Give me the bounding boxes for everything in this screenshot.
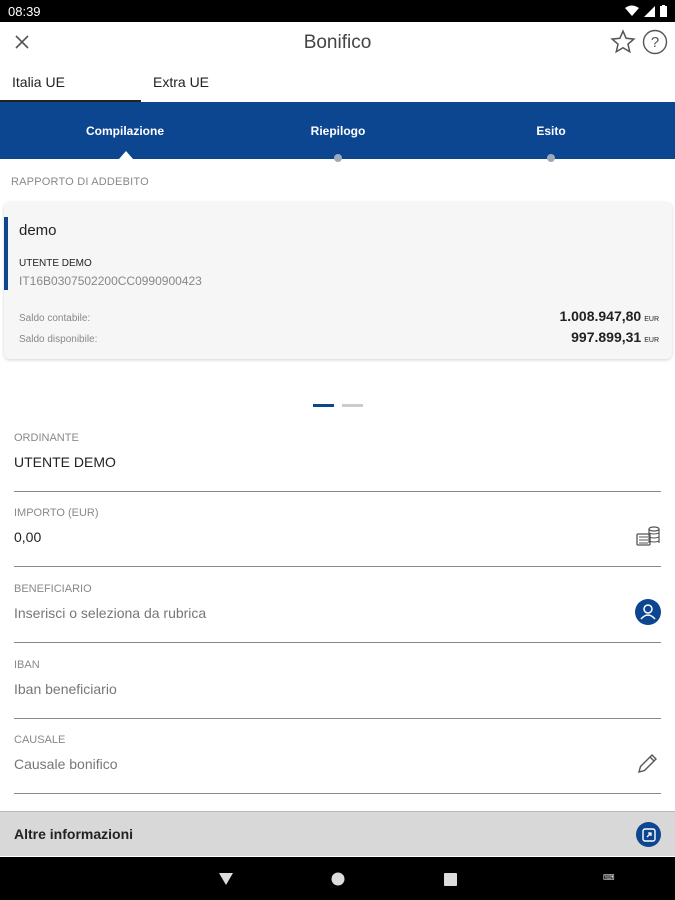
pager-dot[interactable] xyxy=(342,404,363,407)
battery-icon xyxy=(660,5,667,17)
star-icon xyxy=(610,29,636,54)
step-dot xyxy=(547,154,555,162)
saldo-disponibile-value: 997.899,31 xyxy=(571,329,642,345)
saldo-contabile: 1.008.947,80 EUR xyxy=(559,308,659,326)
card-pager xyxy=(313,404,363,407)
field-label: CAUSALE xyxy=(14,734,66,746)
beneficiario-field[interactable]: BENEFICIARIO Inserisci o seleziona da ru… xyxy=(14,583,661,643)
help-icon: ? xyxy=(642,29,668,55)
saldo-disponibile-label: Saldo disponibile: xyxy=(19,334,98,345)
ordinante-field[interactable]: ORDINANTE UTENTE DEMO xyxy=(14,432,661,492)
expand-icon xyxy=(641,827,656,842)
step-esito[interactable]: Esito xyxy=(451,102,651,162)
altre-informazioni-bar[interactable]: Altre informazioni xyxy=(0,811,675,856)
system-nav-bar: ⌨ xyxy=(0,857,675,900)
currency-label: EUR xyxy=(644,337,659,344)
iban-field[interactable]: IBAN Iban beneficiario xyxy=(14,659,661,719)
pencil-icon xyxy=(638,754,657,773)
pager-dot-active[interactable] xyxy=(313,404,334,407)
saldo-contabile-value: 1.008.947,80 xyxy=(559,308,642,324)
field-label: IMPORTO (EUR) xyxy=(14,507,99,519)
app-header: Bonifico ? xyxy=(0,22,675,64)
svg-text:?: ? xyxy=(651,34,659,51)
step-dot xyxy=(334,154,342,162)
home-circle-icon xyxy=(331,872,345,886)
causale-field[interactable]: CAUSALE Causale bonifico xyxy=(14,734,661,794)
recents-square-icon xyxy=(443,872,457,886)
help-button[interactable]: ? xyxy=(640,27,670,57)
saldo-contabile-row: Saldo contabile: 1.008.947,80 EUR xyxy=(19,308,659,326)
causale-edit-button[interactable] xyxy=(635,750,661,776)
card-accent xyxy=(4,217,8,290)
step-riepilogo[interactable]: Riepilogo xyxy=(238,102,438,162)
tab-extra-ue[interactable]: Extra UE xyxy=(141,64,282,102)
keyboard-switch-icon[interactable]: ⌨ xyxy=(603,873,615,882)
nav-home-button[interactable] xyxy=(328,869,348,889)
currency-label: EUR xyxy=(644,316,659,323)
step-label: Compilazione xyxy=(85,124,164,138)
signal-icon xyxy=(644,5,655,17)
page-title: Bonifico xyxy=(303,32,372,53)
close-icon xyxy=(15,35,29,49)
region-tabs: Italia UE Extra UE xyxy=(0,64,675,102)
status-time: 08:39 xyxy=(8,3,41,19)
importo-field[interactable]: IMPORTO (EUR) 0,00 xyxy=(14,507,661,567)
rubrica-button[interactable] xyxy=(635,599,661,625)
step-label: Riepilogo xyxy=(310,124,366,138)
status-icons xyxy=(625,5,667,17)
nav-back-button[interactable] xyxy=(216,869,236,889)
wifi-icon xyxy=(625,5,639,16)
field-label: IBAN xyxy=(14,659,40,671)
back-triangle-icon xyxy=(219,873,233,885)
importo-icon-button[interactable] xyxy=(635,523,661,549)
favorite-button[interactable] xyxy=(608,27,638,57)
contact-icon xyxy=(635,599,661,625)
account-iban: IT16B0307502200CC0990900423 xyxy=(19,274,202,288)
section-label-rapporto: RAPPORTO DI ADDEBITO xyxy=(11,176,149,188)
saldo-disponibile-row: Saldo disponibile: 997.899,31 EUR xyxy=(19,329,659,347)
stepper: Compilazione Riepilogo Esito xyxy=(0,102,675,162)
active-step-marker xyxy=(119,151,133,159)
account-holder: UTENTE DEMO xyxy=(19,258,92,269)
causale-input[interactable]: Causale bonifico xyxy=(14,756,118,772)
status-bar: 08:39 xyxy=(0,0,675,22)
importo-input[interactable]: 0,00 xyxy=(14,529,41,545)
account-card[interactable]: demo UTENTE DEMO IT16B0307502200CC099090… xyxy=(4,202,672,359)
field-label: BENEFICIARIO xyxy=(14,583,92,595)
close-button[interactable] xyxy=(10,30,34,54)
saldo-contabile-label: Saldo contabile: xyxy=(19,313,91,324)
step-label: Esito xyxy=(536,124,566,138)
beneficiario-input[interactable]: Inserisci o seleziona da rubrica xyxy=(14,605,206,621)
saldo-disponibile: 997.899,31 EUR xyxy=(571,329,659,347)
ordinante-value: UTENTE DEMO xyxy=(14,454,116,470)
coins-icon xyxy=(636,526,660,546)
altre-informazioni-label: Altre informazioni xyxy=(14,826,134,842)
tab-italia-ue[interactable]: Italia UE xyxy=(0,64,141,102)
account-name: demo xyxy=(19,222,57,239)
nav-recents-button[interactable] xyxy=(440,869,460,889)
altre-expand-button[interactable] xyxy=(636,822,661,847)
iban-input[interactable]: Iban beneficiario xyxy=(14,681,117,697)
field-label: ORDINANTE xyxy=(14,432,79,444)
